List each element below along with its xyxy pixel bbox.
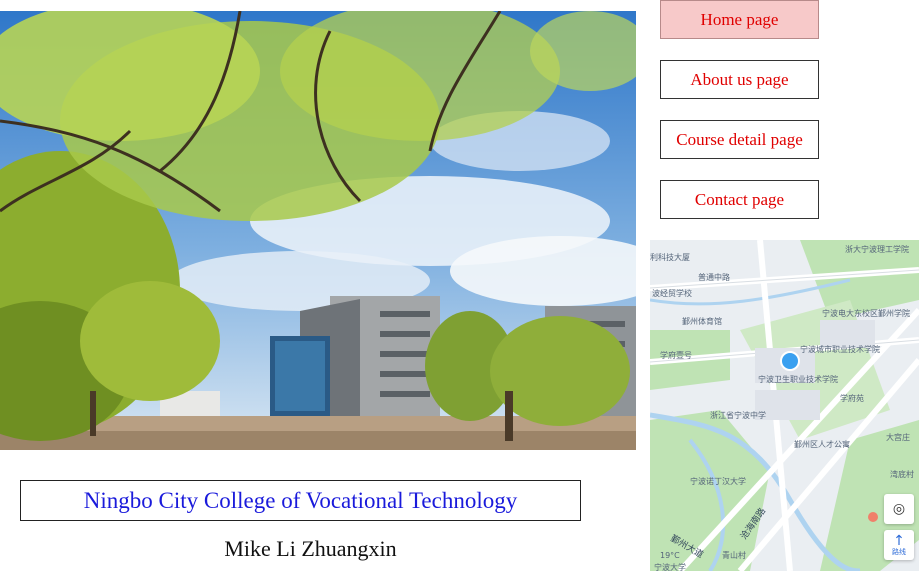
map-label-gym: 鄞州体育馆	[682, 316, 722, 326]
nav-about-button[interactable]: About us page	[660, 60, 819, 99]
map-label-tvu: 宁波电大东校区鄞州学院	[822, 308, 910, 318]
college-title-box: Ningbo City College of Vocational Techno…	[20, 480, 581, 521]
nav-home-label: Home page	[700, 9, 779, 29]
map-label-talent: 鄞州区人才公寓	[794, 439, 850, 449]
map-label-qingshan: 青山村	[722, 550, 746, 560]
map-label-xuefu: 学府壹号	[660, 350, 692, 360]
college-name: Ningbo City College of Vocational Techno…	[83, 487, 518, 513]
map-label-ncvc: 宁波城市职业技术学院	[800, 344, 880, 354]
map-label-nbu: 宁波大学	[654, 562, 686, 571]
map-label-dagong: 大宫庄	[886, 432, 910, 442]
embedded-map[interactable]: 普通中路 波经贸学校 鄞州体育馆 宁波电大东校区鄞州学院 宁波城市职业技术学院 …	[650, 240, 919, 571]
map-label-road: 普通中路	[698, 272, 730, 282]
map-label-tech: 利科技大厦	[650, 252, 690, 262]
map-route-label: 路线	[892, 547, 906, 556]
author-name: Mike Li Zhuangxin	[224, 536, 397, 561]
route-arrow-icon: ↑	[893, 532, 905, 549]
nav-contact-label: Contact page	[694, 189, 785, 209]
map-label-nottingham: 宁波诺丁汉大学	[690, 476, 746, 486]
nav-course-label: Course detail page	[676, 129, 803, 149]
map-label-school: 波经贸学校	[652, 288, 692, 298]
campus-photo	[0, 11, 636, 450]
map-route-button[interactable]: ↑ 路线	[884, 530, 914, 560]
map-label-wandi: 湾底村	[890, 469, 914, 479]
map-label-weather: 19°C	[660, 551, 680, 560]
nav-about-label: About us page	[690, 69, 789, 89]
page: Home page About us page Course detail pa…	[0, 0, 919, 571]
nav-home-button[interactable]: Home page	[660, 0, 819, 39]
nav-contact-button[interactable]: Contact page	[660, 180, 819, 219]
map-locate-button[interactable]: ◎	[884, 494, 914, 524]
nav-course-button[interactable]: Course detail page	[660, 120, 819, 159]
map-label-middle-school: 浙江省宁波中学	[710, 410, 766, 420]
map-label-xuefuyuan: 学府苑	[840, 393, 864, 403]
map-label-health: 宁波卫生职业技术学院	[758, 374, 838, 384]
map-label-zju: 浙大宁波理工学院	[845, 244, 909, 254]
locate-icon: ◎	[892, 501, 906, 517]
